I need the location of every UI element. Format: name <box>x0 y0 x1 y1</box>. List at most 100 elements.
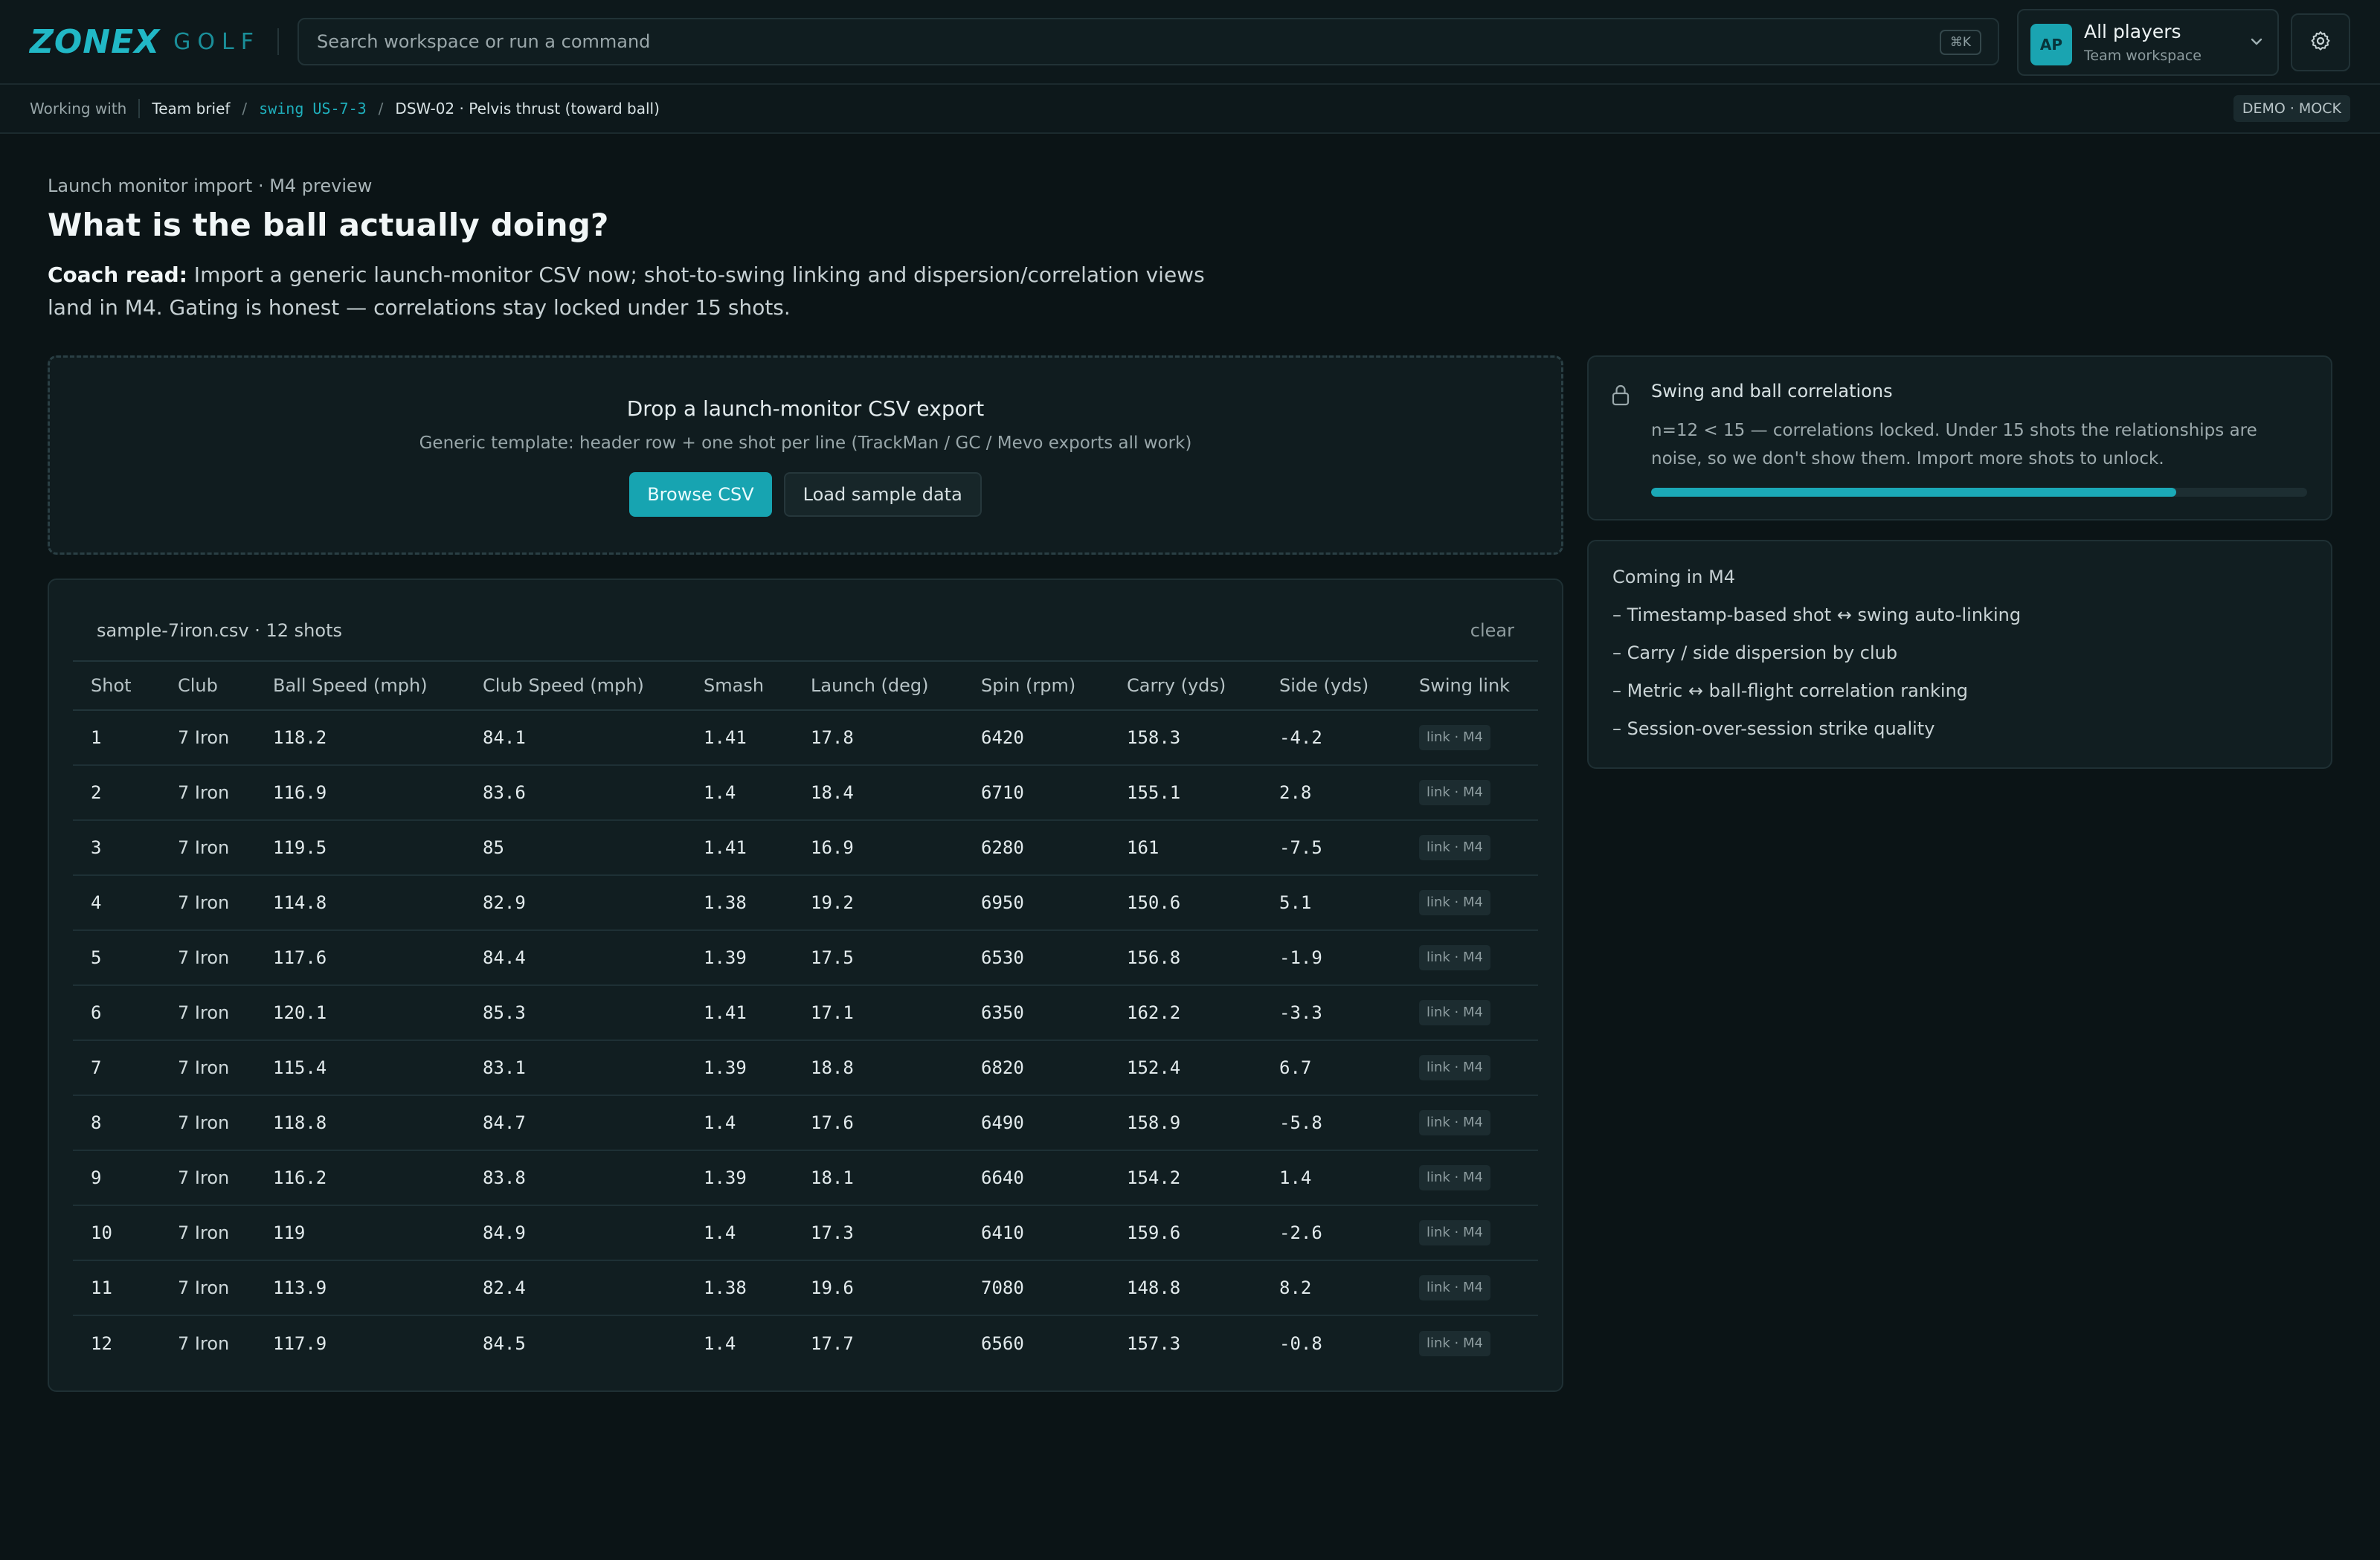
spin-cell: 6950 <box>963 875 1109 931</box>
swing-link-chip[interactable]: link · M4 <box>1419 1330 1490 1356</box>
logo[interactable]: ZONEX GOLF <box>30 21 260 62</box>
smash-cell: 1.4 <box>686 1205 793 1261</box>
smash-cell: 1.39 <box>686 1040 793 1096</box>
list-item: – Session-over-session strike quality <box>1612 718 1935 739</box>
spin-cell: 6530 <box>963 930 1109 986</box>
search-input[interactable] <box>317 31 1879 52</box>
launch-cell: 18.4 <box>793 765 963 821</box>
smash-cell: 1.4 <box>686 1095 793 1151</box>
ball-speed-cell: 118.8 <box>255 1095 465 1151</box>
carry-cell: 148.8 <box>1109 1260 1261 1316</box>
smash-cell: 1.41 <box>686 985 793 1041</box>
side-cell: -1.9 <box>1261 930 1401 986</box>
col-header: Launch (deg) <box>793 660 963 711</box>
breadcrumb-swing[interactable]: swing US-7-3 <box>259 100 367 117</box>
col-header: Shot <box>73 660 160 711</box>
swing-link-chip[interactable]: link · M4 <box>1419 1275 1490 1300</box>
side-cell: 6.7 <box>1261 1040 1401 1096</box>
search-bar[interactable]: ⌘K <box>298 18 1999 65</box>
settings-button[interactable] <box>2291 13 2350 71</box>
table-row: 47 Iron 114.8 82.9 1.38 19.2 6950 150.6 5.1 link… <box>73 875 1538 931</box>
swing-link-cell: link · M4 <box>1401 1315 1538 1370</box>
shot-cell: 3 <box>73 820 160 876</box>
club-speed-cell: 82.4 <box>465 1260 686 1316</box>
swing-link-chip[interactable]: link · M4 <box>1419 890 1490 915</box>
spin-cell: 7080 <box>963 1260 1109 1316</box>
side-cell: -7.5 <box>1261 820 1401 876</box>
carry-cell: 157.3 <box>1127 1332 1181 1354</box>
csv-dropzone[interactable]: Drop a launch-monitor CSV export Generic… <box>48 355 1563 555</box>
ball-speed-cell: 117.6 <box>255 930 465 986</box>
dropzone-title: Drop a launch-monitor CSV export <box>626 396 985 421</box>
coming-list: – Timestamp-based shot ↔ swing auto-link… <box>1612 602 2021 754</box>
swing-link-cell: link · M4 <box>1401 875 1538 931</box>
spin-cell: 6710 <box>963 765 1109 821</box>
swing-link-cell: link · M4 <box>1401 820 1538 876</box>
carry-cell: 155.1 <box>1109 765 1261 821</box>
launch-cell: 17.5 <box>793 930 963 986</box>
coming-title: Coming in M4 <box>1612 567 1736 587</box>
ball-speed-cell: 118.2 <box>255 710 465 766</box>
logo-divider <box>277 28 279 55</box>
club-cell: 7 Iron <box>160 930 255 986</box>
avatar: AP <box>2030 24 2072 65</box>
club-cell: 7 Iron <box>178 1332 230 1354</box>
clear-button[interactable]: clear <box>1470 620 1514 641</box>
workspace-subtitle: Team workspace <box>2084 48 2202 64</box>
breadcrumb-current: DSW-02 · Pelvis thrust (toward ball) <box>395 100 660 117</box>
table-row: 77 Iron 115.4 83.1 1.39 18.8 6820 152.4 6.7 link… <box>73 1040 1538 1096</box>
club-speed-cell: 84.9 <box>465 1205 686 1261</box>
page-eyebrow: Launch monitor import · M4 preview <box>48 175 373 196</box>
carry-cell: 156.8 <box>1109 930 1261 986</box>
swing-link-cell: link · M4 <box>1401 765 1538 821</box>
swing-link-chip[interactable]: link · M4 <box>1419 1165 1490 1190</box>
club-cell: 7 Iron <box>160 1040 255 1096</box>
smash-cell: 1.4 <box>704 1332 736 1354</box>
side-cell: 1.4 <box>1261 1150 1401 1206</box>
swing-link-chip[interactable]: link · M4 <box>1419 1220 1490 1245</box>
launch-cell: 19.6 <box>793 1260 963 1316</box>
ball-speed-cell: 114.8 <box>255 875 465 931</box>
breadcrumb-separator: / <box>378 100 384 117</box>
coach-read-label: Coach read: <box>48 262 187 287</box>
spin-cell: 6640 <box>963 1150 1109 1206</box>
swing-link-cell: link · M4 <box>1401 710 1538 766</box>
workspace-switcher[interactable]: AP All players Team workspace <box>2017 9 2279 76</box>
breadcrumb: Working with Team brief / swing US-7-3 /… <box>0 85 2380 134</box>
logo-sub: GOLF <box>173 28 260 55</box>
col-header: Club Speed (mph) <box>465 660 686 711</box>
club-cell: 7 Iron <box>160 1260 255 1316</box>
swing-link-chip[interactable]: link · M4 <box>1419 835 1490 860</box>
launch-cell: 18.8 <box>793 1040 963 1096</box>
carry-cell: 161 <box>1109 820 1261 876</box>
smash-cell: 1.38 <box>686 1260 793 1316</box>
side-cell: 5.1 <box>1261 875 1401 931</box>
shot-cell: 5 <box>73 930 160 986</box>
carry-cell: 152.4 <box>1109 1040 1261 1096</box>
swing-link-cell: link · M4 <box>1401 1150 1538 1206</box>
shot-cell: 1 <box>73 710 160 766</box>
swing-link-chip[interactable]: link · M4 <box>1419 1110 1490 1135</box>
spin-cell: 6560 <box>981 1332 1024 1354</box>
load-sample-button[interactable]: Load sample data <box>783 472 982 517</box>
side-cell: -0.8 <box>1279 1332 1322 1354</box>
club-cell: 7 Iron <box>160 985 255 1041</box>
ball-speed-cell: 120.1 <box>255 985 465 1041</box>
table-row: 27 Iron 116.9 83.6 1.4 18.4 6710 155.1 2.8 link … <box>73 765 1538 821</box>
swing-link-chip[interactable]: link · M4 <box>1419 725 1490 750</box>
club-speed-cell: 84.1 <box>465 710 686 766</box>
side-cell: -2.6 <box>1261 1205 1401 1261</box>
spin-cell: 6350 <box>963 985 1109 1041</box>
shots-progress-bar <box>1651 488 2307 497</box>
coach-read-text: Import a generic launch-monitor CSV now;… <box>48 262 1205 320</box>
col-header: Swing link <box>1401 660 1538 711</box>
browse-csv-button[interactable]: Browse CSV <box>629 472 772 517</box>
swing-link-chip[interactable]: link · M4 <box>1419 780 1490 805</box>
swing-link-chip[interactable]: link · M4 <box>1419 945 1490 970</box>
breadcrumb-team-brief[interactable]: Team brief <box>152 100 230 117</box>
shot-cell: 6 <box>73 985 160 1041</box>
swing-link-chip[interactable]: link · M4 <box>1419 1055 1490 1080</box>
club-cell: 7 Iron <box>160 820 255 876</box>
swing-link-chip[interactable]: link · M4 <box>1419 1000 1490 1025</box>
launch-cell: 18.1 <box>793 1150 963 1206</box>
